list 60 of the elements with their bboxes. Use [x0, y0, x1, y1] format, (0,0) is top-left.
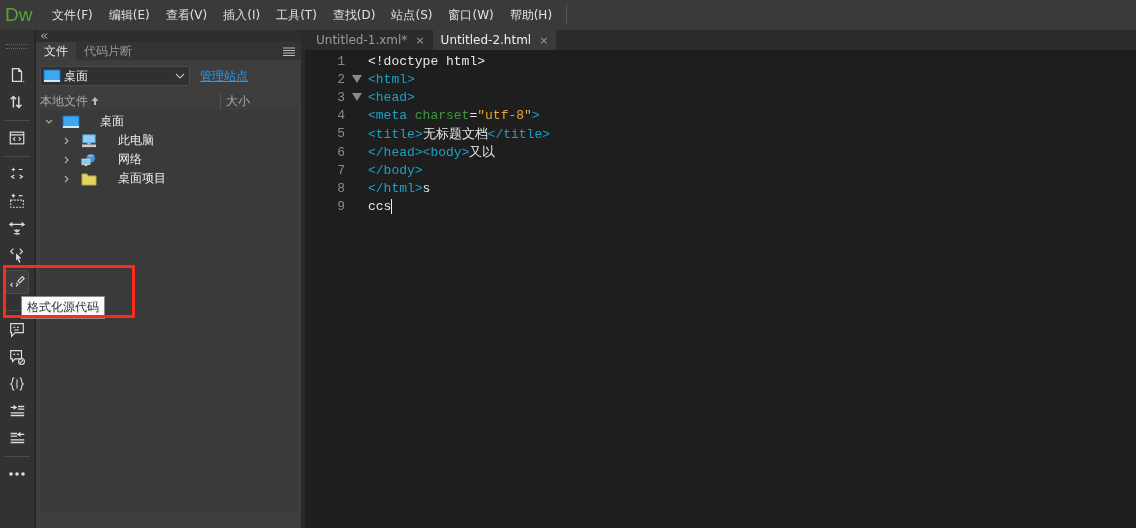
remove-comment-icon — [8, 348, 26, 366]
sort-arrow-icon[interactable] — [91, 96, 99, 106]
code-line: </body> — [368, 162, 423, 178]
collapse-panel-icon[interactable] — [40, 33, 48, 39]
menu-item[interactable]: 窗口(W) — [440, 6, 502, 24]
code-view-icon — [8, 129, 26, 147]
menu-item[interactable]: 站点(S) — [383, 6, 441, 24]
line-number: 5 — [336, 126, 345, 142]
dashed-selection-icon — [8, 192, 26, 210]
computer-icon — [80, 133, 98, 148]
collapse-code-icon — [8, 219, 26, 237]
code-line: </html>s — [368, 180, 431, 196]
tooltip: 格式化源代码 — [21, 296, 105, 319]
code-line: </head><body>又以 — [368, 144, 496, 162]
code-line: <html> — [368, 71, 415, 87]
line-number: 4 — [336, 108, 345, 124]
code-line: <head> — [368, 89, 415, 105]
close-tab-button[interactable]: × — [415, 33, 425, 47]
menu-item[interactable]: 查看(V) — [157, 6, 216, 24]
more-icon — [9, 472, 25, 476]
fold-triangle-icon[interactable] — [351, 92, 362, 103]
line-number: 9 — [336, 199, 345, 215]
monitor-icon — [43, 69, 61, 83]
menu-item[interactable]: 工具(T) — [268, 6, 325, 24]
close-tab-button[interactable]: × — [539, 33, 549, 47]
menu-item[interactable]: 插入(I) — [215, 6, 269, 24]
panel-tab[interactable]: 文件 — [36, 42, 76, 60]
monitor-icon — [62, 114, 80, 129]
code-line: <!doctype html> — [368, 53, 486, 69]
line-number: 3 — [336, 89, 345, 105]
line-number: 8 — [336, 180, 345, 196]
caret-icon — [175, 73, 185, 79]
tree-item[interactable]: 桌面 — [100, 113, 124, 130]
app-logo: Dw — [4, 4, 34, 26]
column-header[interactable]: 大小 — [221, 92, 250, 110]
folder-icon — [80, 171, 98, 186]
code-line: <meta charset="utf-8"> — [368, 108, 540, 124]
tree-item[interactable]: 此电脑 — [118, 132, 154, 149]
braces-icon — [8, 375, 26, 393]
cursor-tag-icon — [8, 246, 26, 264]
tree-item[interactable]: 网络 — [118, 151, 142, 168]
line-number: 2 — [336, 71, 345, 87]
code-line: ccs — [368, 199, 392, 215]
code-line: <title>无标题文档</title> — [368, 125, 551, 143]
line-number: 6 — [336, 144, 345, 160]
tree-item[interactable]: 桌面项目 — [118, 170, 166, 187]
fold-triangle-icon[interactable] — [351, 74, 362, 85]
column-header[interactable]: 本地文件 — [40, 92, 221, 110]
line-number: 1 — [336, 53, 345, 69]
menu-item[interactable]: 帮助(H) — [501, 6, 561, 24]
toolbar-button[interactable] — [5, 270, 29, 294]
document-tab[interactable]: Untitled-2.html × — [432, 30, 557, 50]
menu-item[interactable]: 编辑(E) — [100, 6, 158, 24]
line-number: 7 — [336, 162, 345, 178]
globe-computer-icon — [80, 152, 98, 167]
menu-item[interactable]: 文件(F) — [44, 6, 101, 24]
manage-sites-link[interactable]: 管理站点 — [200, 67, 248, 85]
site-dropdown[interactable]: 桌面 — [40, 66, 190, 86]
comment-icon — [8, 321, 26, 339]
menu-item[interactable]: 查找(D) — [324, 6, 384, 24]
